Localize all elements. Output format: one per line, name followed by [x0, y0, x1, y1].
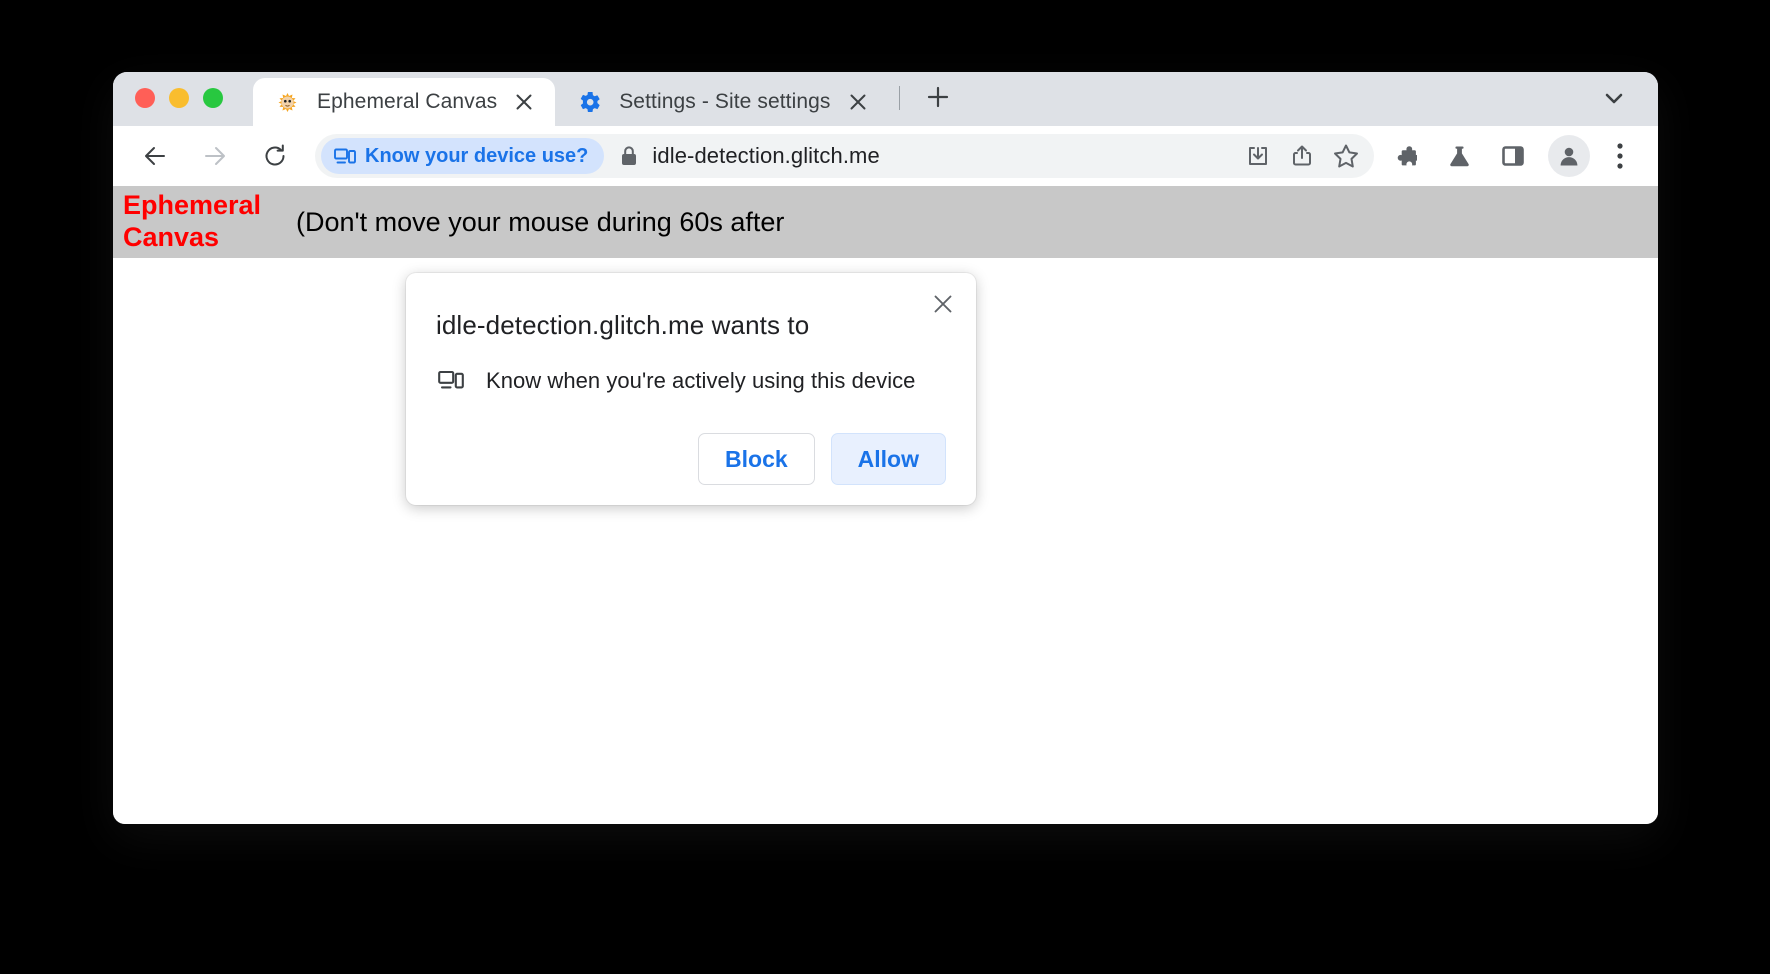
block-button[interactable]: Block [698, 433, 815, 485]
address-bar[interactable]: Know your device use? idle-detection.gli… [315, 134, 1374, 178]
install-download-icon[interactable] [1236, 134, 1280, 178]
tab-search-chevron-down-icon[interactable] [1592, 76, 1636, 120]
window-controls [135, 72, 223, 126]
permission-chip-button[interactable]: Know your device use? [321, 138, 605, 174]
labs-flask-icon[interactable] [1436, 133, 1482, 179]
window-maximize-button[interactable] [203, 88, 223, 108]
permission-item: Know when you're actively using this dev… [406, 342, 976, 394]
gear-icon [577, 90, 602, 115]
url-text: idle-detection.glitch.me [652, 143, 880, 168]
bookmark-star-icon[interactable] [1324, 134, 1368, 178]
page-banner: Ephemeral Canvas (Don't move your mouse … [113, 186, 1658, 258]
permission-dialog-actions: Block Allow [698, 433, 946, 485]
profile-avatar-icon[interactable] [1548, 135, 1590, 177]
screenshot-root: Ephemeral Canvas Settings - Site setting… [0, 0, 1770, 974]
tab-separator [898, 86, 900, 110]
three-dot-menu-icon[interactable] [1600, 133, 1640, 179]
permission-item-label: Know when you're actively using this dev… [486, 367, 916, 393]
pufferfish-icon [275, 90, 300, 115]
tab-title: Settings - Site settings [619, 90, 831, 113]
allow-button[interactable]: Allow [830, 433, 946, 485]
tab-close-icon[interactable] [841, 85, 875, 119]
device-idle-icon [438, 369, 464, 392]
back-button[interactable] [131, 132, 179, 180]
tab-ephemeral-canvas[interactable]: Ephemeral Canvas [253, 78, 556, 126]
side-panel-icon[interactable] [1490, 133, 1536, 179]
tab-settings-site-settings[interactable]: Settings - Site settings [555, 78, 889, 126]
permission-dialog-title: idle-detection.glitch.me wants to [436, 310, 810, 340]
reload-button[interactable] [251, 132, 299, 180]
share-icon[interactable] [1280, 134, 1324, 178]
browser-toolbar: Know your device use? idle-detection.gli… [113, 126, 1658, 186]
new-tab-button[interactable] [918, 77, 958, 117]
lock-icon[interactable] [608, 144, 650, 168]
browser-window: Ephemeral Canvas Settings - Site setting… [113, 72, 1658, 824]
window-minimize-button[interactable] [169, 88, 189, 108]
close-icon[interactable] [926, 287, 960, 321]
tab-strip: Ephemeral Canvas Settings - Site setting… [113, 72, 1658, 126]
tab-close-icon[interactable] [507, 85, 541, 119]
page-instruction-text: (Don't move your mouse during 60s after [296, 206, 785, 237]
page-title: Ephemeral Canvas [123, 190, 262, 252]
extensions-puzzle-icon[interactable] [1382, 133, 1428, 179]
tab-title: Ephemeral Canvas [317, 90, 498, 113]
forward-button[interactable] [191, 132, 239, 180]
window-close-button[interactable] [135, 88, 155, 108]
permission-dialog: idle-detection.glitch.me wants to Know w… [406, 273, 976, 505]
permission-chip-label: Know your device use? [365, 144, 589, 167]
device-idle-icon [334, 147, 356, 166]
